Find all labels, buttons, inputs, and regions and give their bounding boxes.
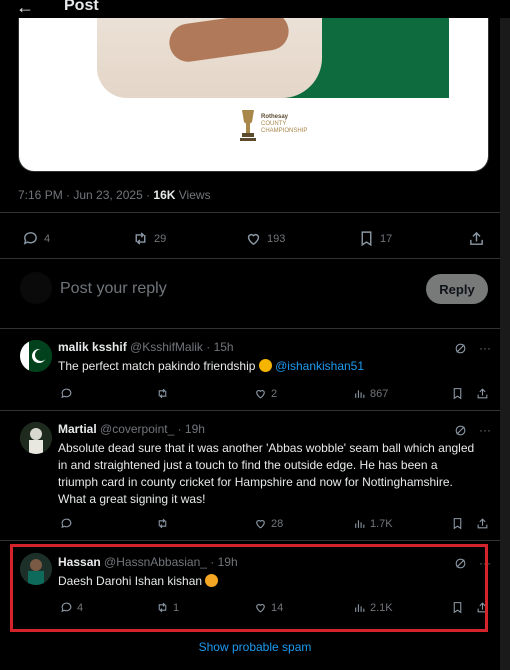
share-icon [477, 388, 488, 399]
repost-icon [135, 232, 146, 245]
logo-line-3: CHAMPIONSHIP [261, 128, 308, 134]
reply-tools: ··· [454, 341, 491, 355]
back-arrow-icon[interactable]: ← [16, 0, 34, 16]
reply-text: The perfect match pakindo friendship @is… [58, 358, 478, 375]
bookmark-icon [361, 231, 372, 247]
post-meta: 7:16 PM · Jun 23, 2025 · 16K Views [18, 188, 211, 202]
heart-icon [247, 233, 260, 246]
reply-tools: ··· [454, 423, 491, 437]
more-options-icon[interactable]: ··· [479, 423, 491, 437]
divider [0, 328, 500, 329]
reply-input[interactable]: Post your reply [60, 280, 167, 298]
share-icon [477, 518, 488, 529]
views-button[interactable]: 1.7K [353, 517, 393, 530]
mention-link[interactable]: @ishankishan51 [275, 359, 364, 373]
avatar[interactable] [20, 340, 52, 372]
reply-text-content: The perfect match pakindo friendship [58, 359, 259, 373]
share-icon [470, 231, 483, 245]
repost-button[interactable] [156, 387, 169, 400]
avatar[interactable] [20, 422, 52, 454]
county-championship-logo: Rothesay COUNTY CHAMPIONSHIP [237, 108, 307, 148]
top-bar: ← Post [0, 0, 510, 18]
views-button[interactable]: 867 [353, 387, 388, 400]
like-button[interactable]: 28 [254, 517, 283, 530]
view-count: 1.7K [370, 517, 393, 530]
reply-icon [61, 388, 72, 399]
repost-icon [158, 518, 167, 529]
like-count: 193 [267, 232, 286, 245]
reply-button[interactable]: 4 [22, 230, 50, 247]
current-user-avatar [20, 272, 52, 304]
reply-header: Martial @coverpoint_ · 19h [58, 422, 205, 436]
share-button[interactable] [468, 230, 485, 247]
analytics-icon [355, 390, 365, 398]
reply-action-bar: 2 867 [58, 387, 488, 403]
show-probable-spam-link[interactable]: Show probable spam [0, 640, 510, 654]
divider [0, 212, 500, 213]
repost-button[interactable]: 29 [132, 230, 166, 247]
grok-icon[interactable] [454, 342, 467, 355]
bookmark-count: 17 [380, 232, 393, 245]
repost-icon [158, 388, 167, 399]
views-count: 16K [153, 188, 176, 202]
like-count: 2 [271, 387, 278, 400]
reply-item[interactable]: Martial @coverpoint_ · 19h ··· Absolute … [0, 412, 500, 538]
share-button[interactable] [476, 517, 489, 530]
divider [0, 410, 500, 411]
logo-line-2: COUNTY [261, 121, 287, 127]
reply-submit-button[interactable]: Reply [426, 274, 488, 304]
reply-author-handle[interactable]: @KsshifMalik · 15h [130, 340, 234, 354]
like-button[interactable]: 193 [245, 230, 285, 247]
reply-icon [23, 232, 37, 245]
repost-button[interactable] [156, 517, 169, 530]
reply-text: Absolute dead sure that it was another '… [58, 441, 475, 506]
heart-icon [256, 520, 265, 529]
repost-count: 29 [154, 232, 167, 245]
more-options-icon[interactable]: ··· [479, 341, 491, 355]
divider [0, 540, 500, 541]
scrollbar-track[interactable] [500, 0, 510, 670]
page-title: Post [64, 0, 99, 14]
view-count: 867 [370, 387, 389, 400]
post-timestamp[interactable]: 7:16 PM · Jun 23, 2025 · [18, 188, 153, 202]
reply-button[interactable] [60, 387, 73, 400]
logo-line-1: Rothesay [261, 114, 289, 120]
share-button[interactable] [476, 387, 489, 400]
cricketer-avatar-image [20, 422, 52, 454]
bookmark-icon [453, 518, 462, 530]
flag-avatar-image [20, 340, 52, 372]
bookmark-button[interactable]: 17 [358, 230, 392, 247]
reply-icon [61, 518, 72, 529]
trophy-icon [240, 110, 256, 141]
reply-count: 4 [44, 232, 51, 245]
grinning-emoji-icon [258, 359, 272, 372]
annotation-highlight-box [10, 544, 488, 632]
bookmark-button[interactable] [451, 387, 464, 400]
reply-author-handle[interactable]: @coverpoint_ · 19h [100, 422, 205, 436]
reply-author-name[interactable]: malik ksshif [58, 340, 127, 354]
divider [0, 258, 500, 259]
post-action-bar: 4 29 193 17 [20, 230, 490, 248]
views-label: Views [175, 188, 211, 202]
like-count: 28 [271, 517, 284, 530]
reply-button[interactable] [60, 517, 73, 530]
bookmark-icon [453, 388, 462, 400]
analytics-icon [355, 520, 365, 528]
reply-action-bar: 28 1.7K [58, 517, 488, 533]
heart-icon [256, 390, 265, 399]
grok-icon[interactable] [454, 424, 467, 437]
reply-author-name[interactable]: Martial [58, 422, 97, 436]
post-media-image[interactable]: Rothesay COUNTY CHAMPIONSHIP [18, 0, 489, 172]
reply-header: malik ksshif @KsshifMalik · 15h [58, 340, 234, 354]
like-button[interactable]: 2 [254, 387, 277, 400]
bookmark-button[interactable] [451, 517, 464, 530]
reply-item[interactable]: malik ksshif @KsshifMalik · 15h ··· The … [0, 330, 500, 410]
